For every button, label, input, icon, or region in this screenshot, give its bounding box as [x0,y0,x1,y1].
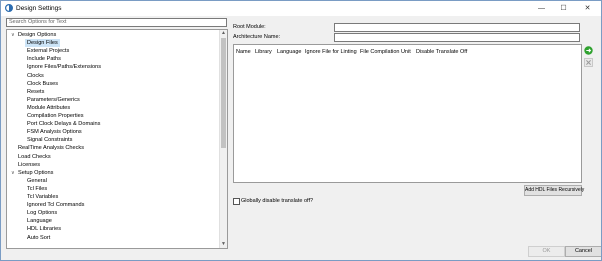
tree-item-label: General [27,177,47,184]
tree-item-label: Module Attributes [27,104,71,111]
tree-item-label: RealTime Analysis Checks [18,145,85,152]
globally-disable-translate-off-label: Globally disable translate off? [241,198,314,204]
tree-item-label: External Projects [27,48,70,55]
column-header-library[interactable]: Library [255,49,272,55]
column-header-name[interactable]: Name [236,49,251,55]
app-logo-icon [5,4,13,12]
tree-item-label: Compilation Properties [27,113,84,119]
tree-item-label: FSM Analysis Options [27,129,82,136]
scroll-up-icon[interactable]: ▲ [220,30,227,37]
window-title: Design Settings [16,5,62,12]
tree-item-label: Design Files [25,39,60,48]
title-bar: Design Settings — ☐ ✕ [1,1,601,16]
tree-item-label: Clocks [27,72,44,79]
column-header-disable-translate-off[interactable]: Disable Translate Off [416,49,467,55]
tree-item-label: Log Options [27,210,58,217]
expand-toggle-icon[interactable]: ∨ [11,169,15,177]
scroll-thumb[interactable] [221,38,226,148]
architecture-name-input[interactable] [334,33,580,42]
remove-file-icon[interactable] [584,58,593,67]
tree-item-label: Auto Sort [27,234,51,241]
maximize-icon[interactable]: ☐ [556,1,571,16]
tree-item-label: Setup Options [18,169,54,176]
architecture-name-label: Architecture Name: [233,34,281,40]
cancel-button[interactable]: Cancel [565,246,601,257]
tree-item-label: Language [27,218,52,225]
design-files-table[interactable]: Name Library Language Ignore File for Li… [233,44,582,183]
search-input[interactable]: Search Options for Text [6,18,227,27]
tree-item-label: Licenses [18,161,41,168]
add-hdl-files-recursively-button[interactable]: Add HDL Files Recursively [524,185,584,196]
tree-item-label: Ignored Tcl Commands [27,202,85,209]
tree-item-label: Ignore Files/Paths/Extensions [27,64,101,71]
tree-item-label: Clock Buses [27,80,59,87]
column-header-compilation-unit[interactable]: File Compilation Unit [360,49,411,55]
expand-toggle-icon[interactable]: ∨ [11,31,15,39]
design-files-panel: Root Module: Architecture Name: Name Lib… [230,18,600,246]
ok-button[interactable]: OK [528,246,565,257]
tree-item-label: Tcl Files [27,185,48,192]
options-panel: Search Options for Text ∨ Design Options D… [6,18,228,249]
tree-item-label: Design Options [18,32,57,38]
tree-scrollbar[interactable]: ▲ ▼ [219,30,227,248]
tree-item-label: Parameters/Generics [27,96,80,103]
design-settings-window: Design Settings — ☐ ✕ Search Options for… [0,0,602,261]
dialog-button-bar: OK Cancel [1,246,601,260]
column-header-ignore-linting[interactable]: Ignore File for Linting [305,49,357,55]
root-module-input[interactable] [334,23,580,32]
minimize-icon[interactable]: — [534,1,549,16]
tree-item-label: Signal Constraints [27,137,73,144]
add-file-icon[interactable] [584,46,593,55]
root-module-label: Root Module: [233,24,266,30]
options-tree: ∨ Design Options Design Files External Proj… [6,29,228,249]
column-header-language[interactable]: Language [277,49,301,55]
tree-item-label: Load Checks [18,153,51,160]
tree-item-label: Include Paths [27,56,61,63]
tree-item-label: Tcl Variables [27,194,59,200]
tree-item-label: HDL Libraries [27,226,61,233]
tree-item-label: Port Clock Delays & Domains [27,121,101,128]
close-icon[interactable]: ✕ [580,1,595,16]
globally-disable-translate-off-checkbox[interactable] [233,198,240,205]
tree-item-label: Resets [27,88,45,95]
